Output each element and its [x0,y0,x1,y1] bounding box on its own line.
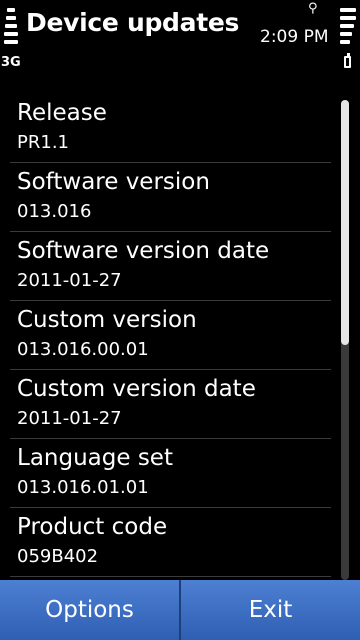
item-label: Software version date [17,238,270,264]
scroll-thumb[interactable] [341,100,349,345]
item-label: Custom version [17,307,197,333]
network-type-label: 3G [1,55,21,70]
list-item-release[interactable]: Release PR1.1 [10,94,331,163]
item-value: 2011-01-27 [17,408,122,429]
packet-data-icon: ⚲ [308,1,318,16]
exit-button[interactable]: Exit [181,580,360,640]
list-item-custom-version[interactable]: Custom version 013.016.00.01 [10,301,331,370]
item-label: Language set [17,445,173,471]
battery-icon [344,53,351,68]
item-label: Release [17,100,107,126]
list-item-software-version[interactable]: Software version 013.016 [10,163,331,232]
status-bar: 3G Device updates ⚲ 2:09 PM [0,0,360,80]
item-label: Software version [17,169,210,195]
item-value: 013.016 [17,201,92,222]
item-value: 013.016.00.01 [17,339,149,360]
item-label: Custom version date [17,376,256,402]
item-label: Product code [17,514,168,540]
item-value: 2011-01-27 [17,270,122,291]
list-item-software-version-date[interactable]: Software version date 2011-01-27 [10,232,331,301]
options-button[interactable]: Options [0,580,179,640]
list-item-custom-version-date[interactable]: Custom version date 2011-01-27 [10,370,331,439]
item-value: 059B402 [17,546,99,567]
page-title[interactable]: Device updates [26,8,239,37]
softkey-bar: Options Exit [0,580,360,640]
list-item-product-code[interactable]: Product code 059B402 [10,508,331,577]
item-value: PR1.1 [17,132,69,153]
signal-strength-icon [4,8,18,50]
list-item-language-set[interactable]: Language set 013.016.01.01 [10,439,331,508]
clock[interactable]: 2:09 PM [260,27,329,47]
device-info-list[interactable]: Release PR1.1 Software version 013.016 S… [0,94,334,577]
scrollbar[interactable] [341,100,349,580]
battery-level-icon [340,8,356,50]
item-value: 013.016.01.01 [17,477,149,498]
